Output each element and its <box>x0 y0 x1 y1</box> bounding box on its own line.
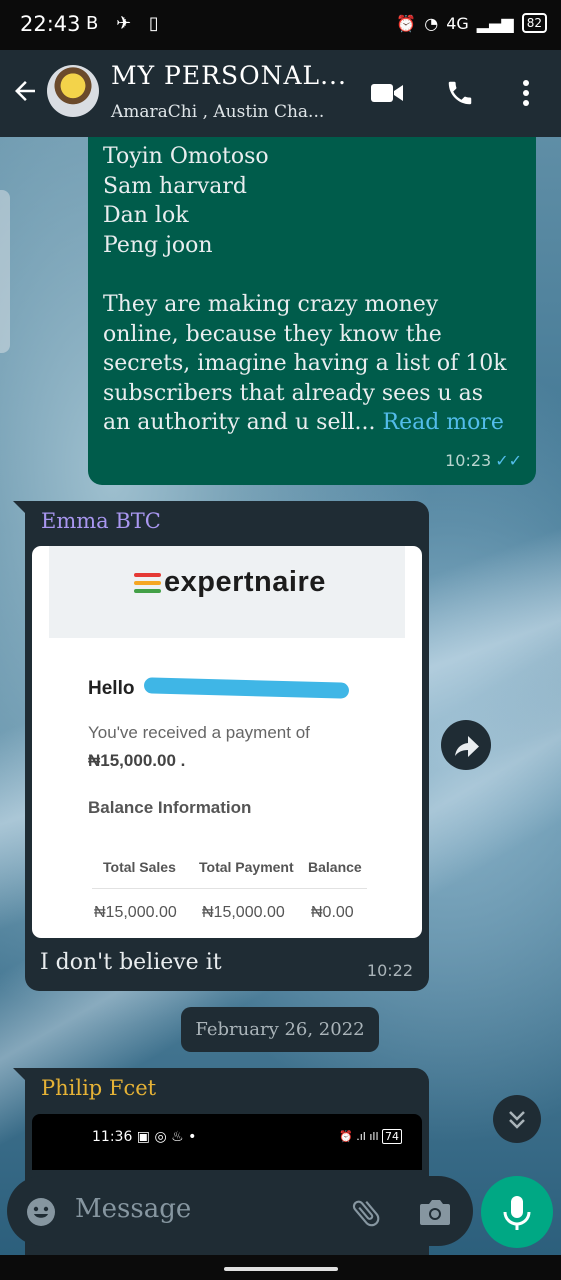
sender-name[interactable]: Philip Fcet <box>41 1076 156 1100</box>
expertnaire-logo-icon <box>134 573 161 597</box>
read-receipt-icon: ✓✓ <box>495 451 522 471</box>
chat-header: MY PERSONAL... AmaraChi , Austin Cha... <box>0 50 561 137</box>
message-line: Peng joon <box>103 232 213 258</box>
message-time: 10:22 <box>366 961 413 980</box>
voice-call-icon[interactable] <box>445 78 475 108</box>
voice-message-button[interactable] <box>481 1176 553 1248</box>
message-meta: 10:23 ✓✓ <box>445 446 522 476</box>
date-divider: February 26, 2022 <box>181 1007 379 1052</box>
email-header: expertnaire <box>49 546 405 638</box>
back-arrow-icon[interactable] <box>10 76 40 106</box>
table-value-total-payment: ₦15,000.00 <box>202 904 285 921</box>
microphone-icon <box>503 1196 531 1230</box>
screenshot-battery: 74 <box>382 1129 402 1144</box>
message-caption: I don't believe it <box>40 950 222 975</box>
shared-image[interactable]: expertnaire Hello You've received a paym… <box>32 546 422 938</box>
emoji-icon[interactable] <box>26 1197 56 1227</box>
status-time: 22:43 <box>20 12 81 36</box>
table-header-balance: Balance <box>308 859 362 875</box>
message-input[interactable]: Message <box>75 1194 191 1224</box>
forward-button[interactable] <box>441 720 491 770</box>
message-line: Dan lok <box>103 203 189 229</box>
read-more-link[interactable]: Read more <box>383 410 504 435</box>
outgoing-message[interactable]: Toyin Omotoso Sam harvard Dan lok Peng j… <box>88 137 536 485</box>
message-line: subscribers that already sees u as <box>103 380 484 406</box>
camera-icon[interactable] <box>418 1197 452 1227</box>
signal-icon: ▂▄▆ <box>476 13 514 33</box>
alarm-icon: ⏰ <box>396 13 417 33</box>
message-time: 10:23 <box>445 451 492 471</box>
message-line: They are making crazy money <box>103 291 439 317</box>
message-composer: Message <box>7 1176 473 1246</box>
chat-title[interactable]: MY PERSONAL... <box>111 61 347 90</box>
email-received-text: You've received a payment of <box>88 723 310 742</box>
message-truncated-text: an authority and u sell... <box>103 410 376 436</box>
attach-icon[interactable] <box>349 1196 383 1230</box>
message-line: Sam harvard <box>103 173 247 199</box>
message-text: Toyin Omotoso Sam harvard Dan lok Peng j… <box>103 142 528 438</box>
email-logo-text: expertnaire <box>164 566 326 598</box>
chat-participants[interactable]: AmaraChi , Austin Cha... <box>111 102 324 122</box>
message-line: secrets, imagine having a list of 10k <box>103 351 507 377</box>
more-options-icon[interactable] <box>516 78 536 108</box>
status-bar: 22:43 B ✈ ▯ ⏰ ◔ 4G ▂▄▆ 82 <box>0 0 561 50</box>
system-icons: ⏰ ◔ 4G ▂▄▆ 82 <box>396 13 547 33</box>
network-type: 4G <box>446 13 469 33</box>
table-value-balance: ₦0.00 <box>311 904 354 921</box>
message-last-line: an authority and u sell... Read more <box>103 408 528 438</box>
screenshot-time-text: 11:36 <box>92 1129 133 1145</box>
video-call-icon[interactable] <box>370 81 404 105</box>
system-nav-bar <box>0 1255 561 1280</box>
data-saver-icon: ◔ <box>424 13 439 33</box>
screenshot-time: 11:36 ▣ ◎ ♨ • <box>92 1129 197 1145</box>
message-line: Toyin Omotoso <box>103 144 269 169</box>
message-line: online, because they know the <box>103 321 442 347</box>
edge-panel-handle[interactable] <box>0 190 10 353</box>
scroll-to-bottom-button[interactable] <box>493 1095 541 1143</box>
forward-icon <box>455 736 479 757</box>
battery-icon: 82 <box>521 13 547 33</box>
email-greeting: Hello <box>88 678 135 699</box>
sender-name[interactable]: Emma BTC <box>41 509 161 533</box>
double-chevron-down-icon <box>509 1111 525 1129</box>
table-header-total-payment: Total Payment <box>199 859 294 875</box>
redaction-scribble <box>143 677 350 699</box>
table-value-total-sales: ₦15,000.00 <box>94 904 177 921</box>
home-gesture-handle[interactable] <box>224 1267 338 1271</box>
email-balance-title: Balance Information <box>88 798 252 817</box>
incoming-message[interactable]: Emma BTC expertnaire Hello You've receiv… <box>13 501 429 991</box>
group-avatar[interactable] <box>47 65 99 117</box>
shared-screenshot[interactable]: 11:36 ▣ ◎ ♨ • ⏰ .ıl ıll 74 <box>32 1114 422 1170</box>
email-amount: ₦15,000.00 . <box>88 751 186 770</box>
notification-icons: B ✈ ▯ <box>86 13 165 34</box>
table-divider <box>92 888 367 889</box>
screenshot-status-icons: ⏰ .ıl ıll 74 <box>339 1129 402 1144</box>
table-header-total-sales: Total Sales <box>103 859 176 875</box>
